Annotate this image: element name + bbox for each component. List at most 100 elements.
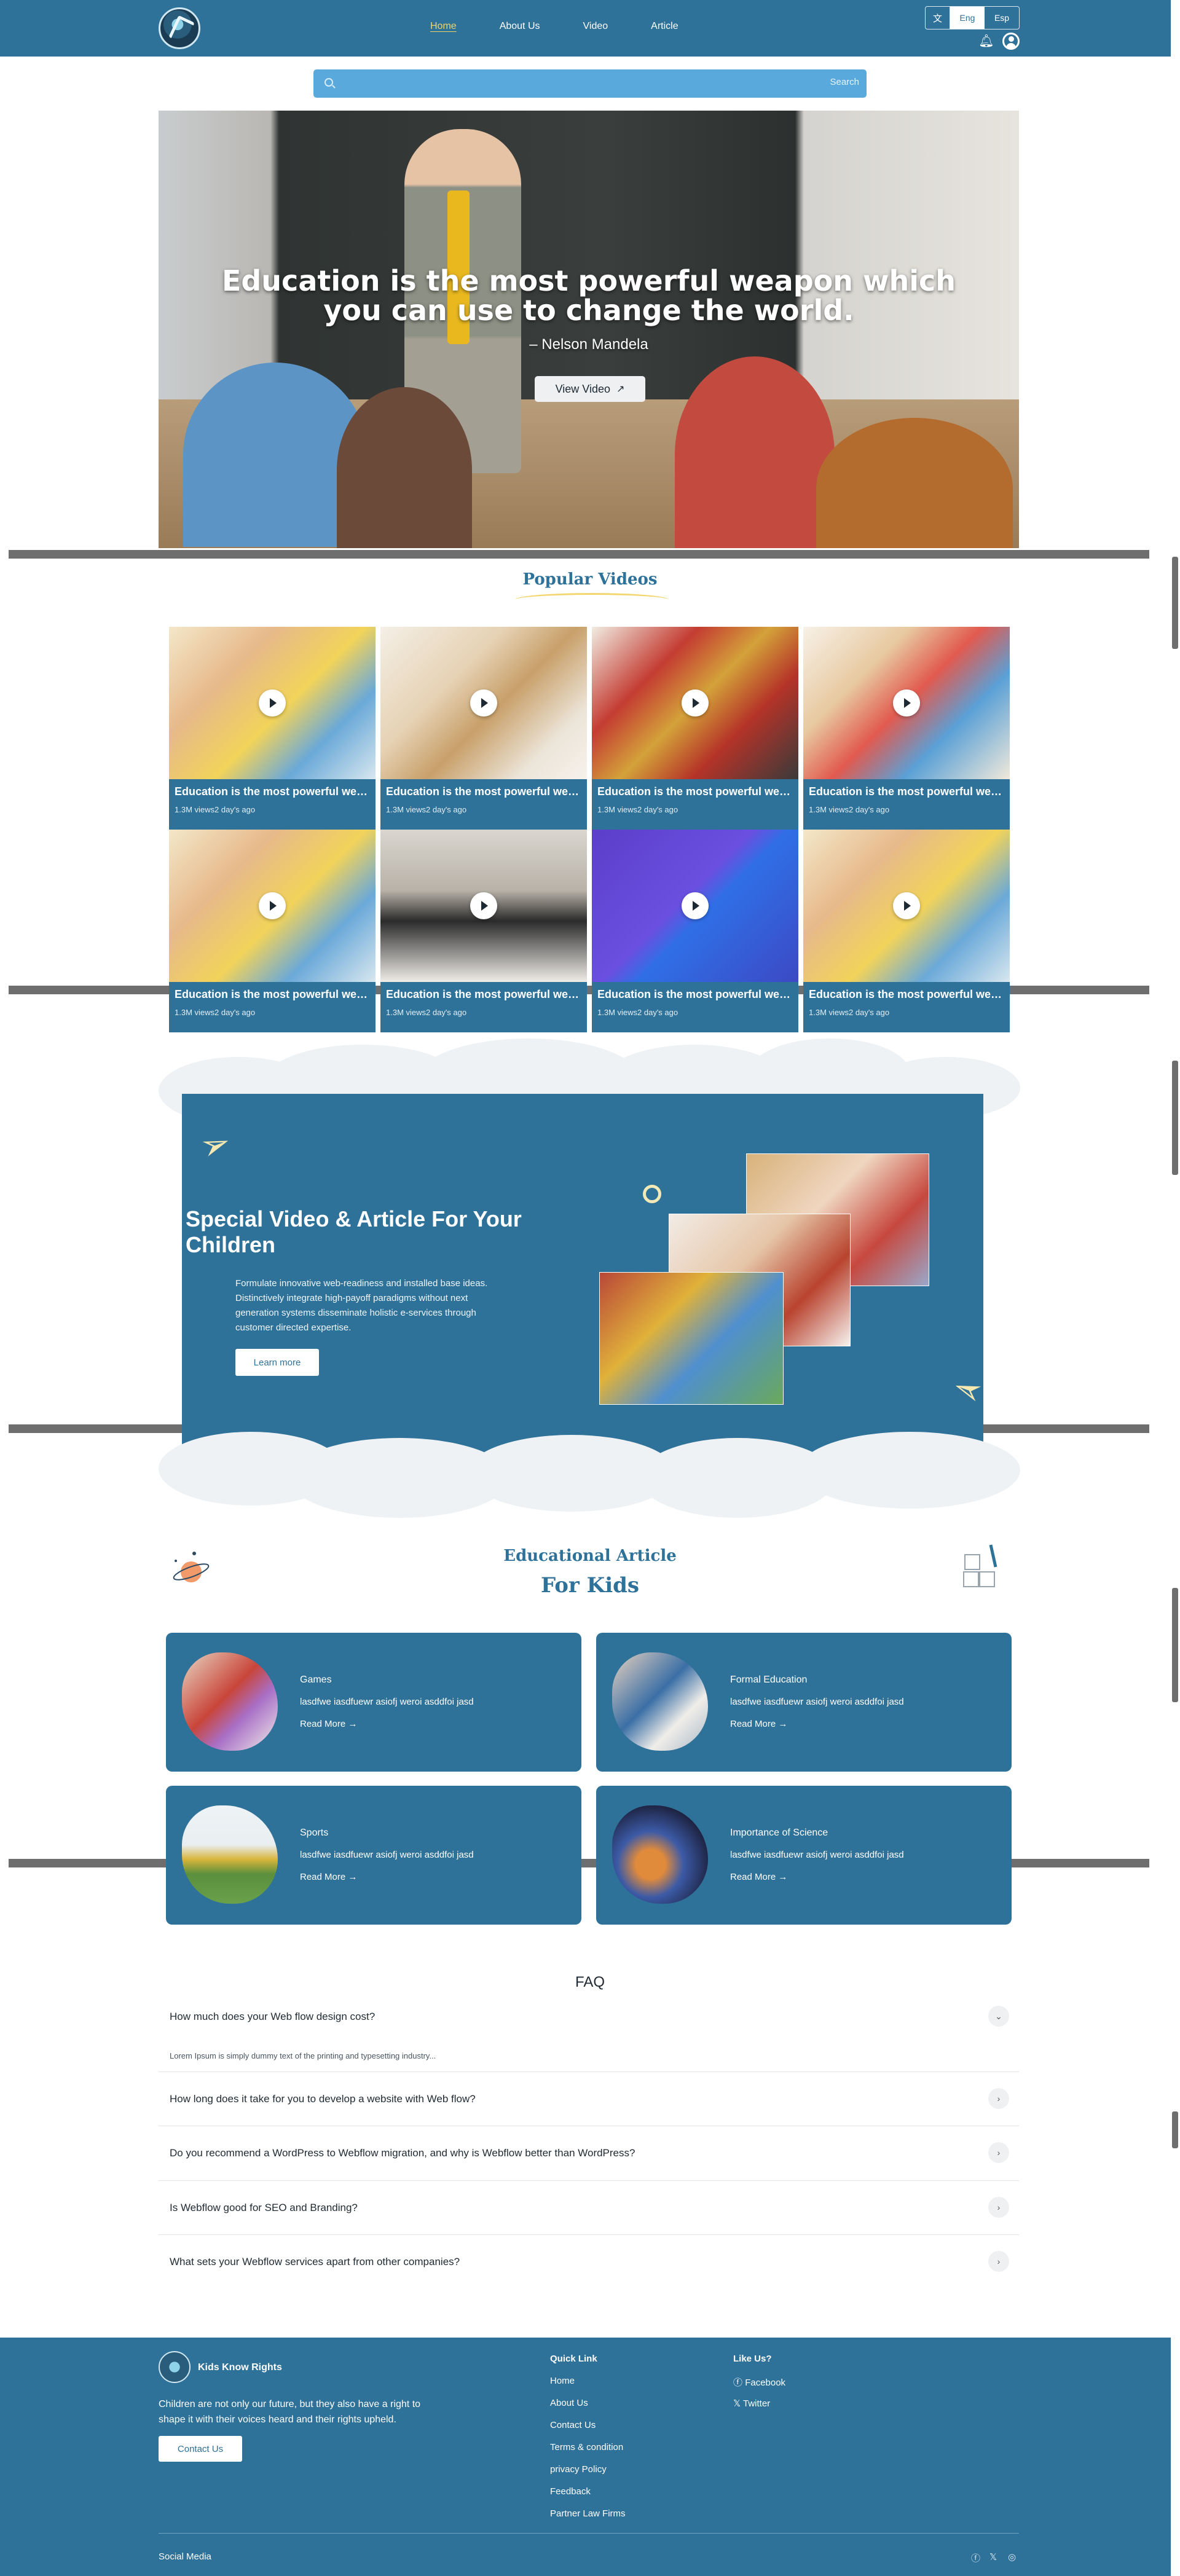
nav-about-us[interactable]: About Us	[500, 21, 540, 32]
contact-us-button[interactable]: Contact Us	[159, 2436, 242, 2462]
read-more-label: Read More	[300, 1719, 346, 1729]
popular-videos-title: Popular Videos	[522, 570, 658, 589]
site-header: Home About Us Video Article 文 Eng Esp 🔔︎	[0, 0, 1171, 57]
footer-link-home[interactable]: Home	[550, 2376, 575, 2386]
arrow-up-right-icon: ↗	[616, 384, 625, 395]
video-meta: 1.3M views2 day's ago	[597, 1008, 678, 1017]
play-icon[interactable]	[893, 892, 920, 919]
x-twitter-icon[interactable]: 𝕏	[989, 2551, 997, 2562]
site-logo[interactable]	[159, 7, 200, 49]
instagram-icon[interactable]: ◎	[1008, 2551, 1016, 2562]
faq-item[interactable]: How much does your Web flow design cost?…	[159, 1998, 1019, 2072]
twitter-label: Twitter	[743, 2398, 771, 2409]
video-card[interactable]: Education is the most powerful weapon wh…	[169, 627, 376, 830]
article-category: Sports	[300, 1828, 329, 1838]
site-footer: Kids Know Rights Children are not only o…	[0, 2338, 1171, 2576]
chevron-right-icon[interactable]: ›	[988, 2251, 1009, 2272]
children-photo	[599, 1272, 784, 1405]
read-more-link[interactable]: Read More →	[730, 1872, 787, 1882]
faq-question: How much does your Web flow design cost?	[170, 2011, 376, 2022]
play-icon[interactable]	[682, 892, 709, 919]
facebook-icon[interactable]: ⓕ	[971, 2551, 980, 2564]
video-meta: 1.3M views2 day's ago	[175, 805, 256, 814]
article-subtitle: Educational Article	[503, 1547, 677, 1565]
footer-facebook-link[interactable]: ⓕ Facebook	[733, 2376, 785, 2389]
article-image	[182, 1652, 278, 1751]
vertical-scrollbar-thumb[interactable]	[1172, 2111, 1178, 2148]
faq-item[interactable]: Is Webflow good for SEO and Branding? ›	[159, 2181, 1019, 2235]
footer-description: Children are not only our future, but th…	[159, 2399, 421, 2425]
video-card[interactable]: Education is the most powerful weapon wh…	[803, 830, 1010, 1032]
video-card[interactable]: Education is the most powerful weapon wh…	[803, 627, 1010, 830]
article-image	[612, 1805, 708, 1904]
play-icon[interactable]	[259, 892, 286, 919]
hero-image-student	[337, 387, 472, 548]
view-video-button[interactable]: View Video ↗	[535, 376, 645, 402]
video-meta: 1.3M views2 day's ago	[809, 805, 890, 814]
article-card[interactable]: Sports lasdfwe iasdfuewr asiofj weroi as…	[166, 1786, 581, 1925]
learn-more-button[interactable]: Learn more	[235, 1349, 319, 1376]
footer-link-partner-law-firms[interactable]: Partner Law Firms	[550, 2508, 626, 2519]
faq-title: FAQ	[575, 1974, 605, 1990]
footer-link-feedback[interactable]: Feedback	[550, 2486, 591, 2497]
article-card[interactable]: Importance of Science lasdfwe iasdfuewr …	[596, 1786, 1012, 1925]
video-card[interactable]: Education is the most powerful weapon wh…	[592, 627, 798, 830]
play-icon[interactable]	[470, 892, 497, 919]
chevron-right-icon[interactable]: ›	[988, 2088, 1009, 2109]
horizontal-scrollbar[interactable]	[9, 550, 1149, 559]
article-card[interactable]: Games lasdfwe iasdfuewr asiofj weroi asd…	[166, 1633, 581, 1772]
nav-article[interactable]: Article	[651, 21, 678, 32]
chevron-right-icon[interactable]: ›	[988, 2197, 1009, 2218]
article-category: Formal Education	[730, 1675, 808, 1685]
read-more-link[interactable]: Read More →	[730, 1719, 787, 1729]
footer-link-contact-us[interactable]: Contact Us	[550, 2420, 596, 2430]
video-title: Education is the most powerful weapon wh…	[809, 988, 1004, 1000]
play-icon[interactable]	[259, 689, 286, 717]
footer-link-terms[interactable]: Terms & condition	[550, 2442, 623, 2452]
video-card[interactable]: Education is the most powerful weapon wh…	[169, 830, 376, 1032]
video-card[interactable]: Education is the most powerful weapon wh…	[380, 830, 587, 1032]
vertical-scrollbar-thumb[interactable]	[1172, 1588, 1178, 1702]
article-card[interactable]: Formal Education lasdfwe iasdfuewr asiof…	[596, 1633, 1012, 1772]
footer-twitter-link[interactable]: 𝕏 Twitter	[733, 2398, 770, 2409]
footer-link-about-us[interactable]: About Us	[550, 2398, 588, 2408]
footer-link-privacy[interactable]: privacy Policy	[550, 2464, 607, 2475]
article-description: lasdfwe iasdfuewr asiofj weroi asddfoi j…	[300, 1697, 474, 1707]
user-account-icon[interactable]	[1002, 33, 1020, 50]
read-more-label: Read More	[300, 1872, 346, 1882]
faq-item[interactable]: What sets your Webflow services apart fr…	[159, 2235, 1019, 2289]
play-icon[interactable]	[470, 689, 497, 717]
read-more-link[interactable]: Read More →	[300, 1719, 357, 1729]
language-switcher: 文 Eng Esp	[925, 6, 1020, 29]
view-video-label: View Video	[555, 382, 610, 395]
arrow-right-icon: →	[348, 1719, 358, 1729]
read-more-label: Read More	[730, 1872, 776, 1882]
read-more-label: Read More	[730, 1719, 776, 1729]
faq-item[interactable]: Do you recommend a WordPress to Webflow …	[159, 2126, 1019, 2181]
footer-brand: Kids Know Rights	[198, 2362, 282, 2373]
video-card[interactable]: Education is the most powerful weapon wh…	[592, 830, 798, 1032]
chevron-right-icon[interactable]: ›	[988, 2142, 1009, 2163]
article-description: lasdfwe iasdfuewr asiofj weroi asddfoi j…	[300, 1850, 474, 1860]
search-input[interactable]	[340, 69, 783, 98]
arrow-right-icon: →	[778, 1719, 788, 1729]
special-description: Formulate innovative web-readiness and i…	[235, 1278, 488, 1333]
read-more-link[interactable]: Read More →	[300, 1872, 357, 1882]
nav-video[interactable]: Video	[583, 21, 608, 32]
footer-logo[interactable]	[159, 2351, 191, 2383]
video-card[interactable]: Education is the most powerful weapon wh…	[380, 627, 587, 830]
lang-eng-button[interactable]: Eng	[950, 7, 985, 29]
bell-icon[interactable]: 🔔︎	[978, 33, 994, 49]
footer-divider	[159, 2533, 1019, 2534]
hero-quote-author: – Nelson Mandela	[529, 336, 648, 353]
lang-esp-button[interactable]: Esp	[985, 7, 1019, 29]
faq-item[interactable]: How long does it take for you to develop…	[159, 2072, 1019, 2126]
search-button[interactable]: Search	[830, 77, 859, 87]
arrow-right-icon: →	[348, 1872, 358, 1882]
chevron-down-icon[interactable]: ⌄	[988, 2006, 1009, 2027]
play-icon[interactable]	[893, 689, 920, 717]
faq-question: How long does it take for you to develop…	[170, 2093, 476, 2105]
nav-home[interactable]: Home	[430, 21, 457, 32]
vertical-scrollbar-thumb[interactable]	[1172, 1061, 1178, 1175]
play-icon[interactable]	[682, 689, 709, 717]
